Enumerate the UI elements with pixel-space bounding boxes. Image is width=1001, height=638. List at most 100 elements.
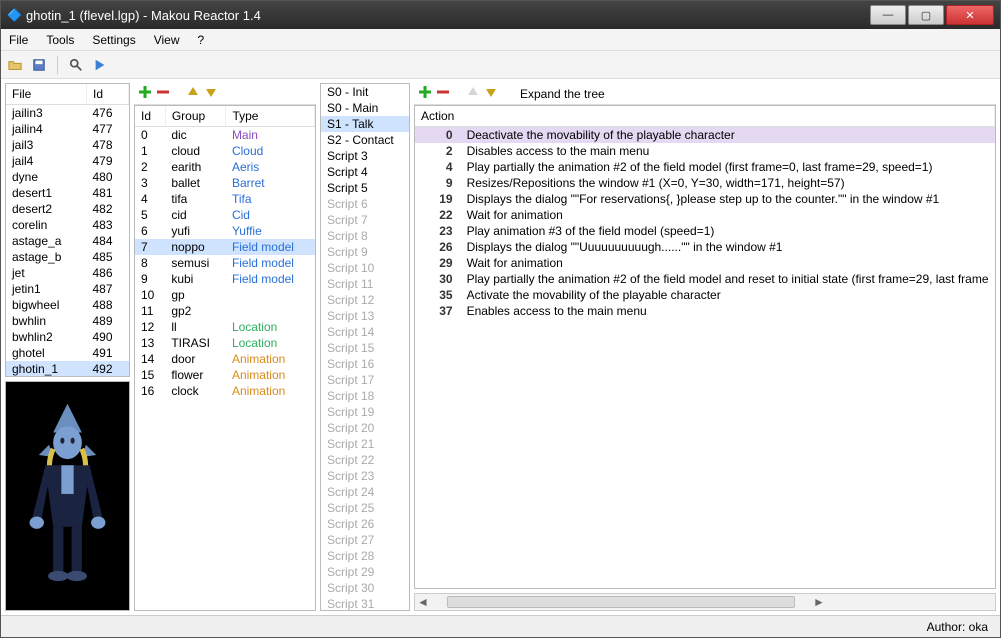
col-type[interactable]: Type xyxy=(226,106,315,127)
script-item[interactable]: Script 18 xyxy=(321,388,409,404)
script-item[interactable]: Script 30 xyxy=(321,580,409,596)
close-button[interactable]: ✕ xyxy=(946,5,994,25)
action-row[interactable]: 22Wait for animation xyxy=(415,207,995,223)
col-gid[interactable]: Id xyxy=(135,106,165,127)
script-item[interactable]: Script 20 xyxy=(321,420,409,436)
col-file[interactable]: File xyxy=(6,84,86,105)
menu-view[interactable]: View xyxy=(154,33,180,47)
script-item[interactable]: S0 - Main xyxy=(321,100,409,116)
group-row[interactable]: 9kubiField model xyxy=(135,271,315,287)
script-item[interactable]: Script 9 xyxy=(321,244,409,260)
file-row[interactable]: ghotel491 xyxy=(6,345,129,361)
script-item[interactable]: Script 31 xyxy=(321,596,409,611)
group-row[interactable]: 6yufiYuffie xyxy=(135,223,315,239)
script-item[interactable]: S1 - Talk xyxy=(321,116,409,132)
col-group[interactable]: Group xyxy=(165,106,226,127)
action-row[interactable]: 30Play partially the animation #2 of the… xyxy=(415,271,995,287)
group-row[interactable]: 4tifaTifa xyxy=(135,191,315,207)
script-item[interactable]: Script 15 xyxy=(321,340,409,356)
file-row[interactable]: desert1481 xyxy=(6,185,129,201)
script-item[interactable]: Script 4 xyxy=(321,164,409,180)
action-row[interactable]: 9Resizes/Repositions the window #1 (X=0,… xyxy=(415,175,995,191)
save-icon[interactable] xyxy=(29,55,49,75)
script-item[interactable]: Script 12 xyxy=(321,292,409,308)
script-item[interactable]: Script 3 xyxy=(321,148,409,164)
col-action[interactable]: Action xyxy=(415,106,995,127)
horizontal-scrollbar[interactable]: ◄► xyxy=(414,593,996,611)
action-row[interactable]: 35Activate the movability of the playabl… xyxy=(415,287,995,303)
group-row[interactable]: 14doorAnimation xyxy=(135,351,315,367)
group-row[interactable]: 8semusiField model xyxy=(135,255,315,271)
group-row[interactable]: 0dicMain xyxy=(135,127,315,144)
action-row[interactable]: 26Displays the dialog ""Uuuuuuuuuugh....… xyxy=(415,239,995,255)
remove-icon[interactable] xyxy=(156,85,170,102)
group-row[interactable]: 16clockAnimation xyxy=(135,383,315,399)
menu-tools[interactable]: Tools xyxy=(46,33,74,47)
script-item[interactable]: Script 7 xyxy=(321,212,409,228)
file-row[interactable]: bwhlin489 xyxy=(6,313,129,329)
script-item[interactable]: Script 8 xyxy=(321,228,409,244)
file-row[interactable]: jailin3476 xyxy=(6,105,129,122)
script-item[interactable]: S2 - Contact xyxy=(321,132,409,148)
menu-help[interactable]: ? xyxy=(198,33,205,47)
script-item[interactable]: Script 28 xyxy=(321,548,409,564)
group-row[interactable]: 11gp2 xyxy=(135,303,315,319)
action-row[interactable]: 19Displays the dialog ""For reservations… xyxy=(415,191,995,207)
file-row[interactable]: bwhlin2490 xyxy=(6,329,129,345)
menu-settings[interactable]: Settings xyxy=(92,33,135,47)
maximize-button[interactable]: ▢ xyxy=(908,5,944,25)
script-item[interactable]: Script 19 xyxy=(321,404,409,420)
script-item[interactable]: Script 24 xyxy=(321,484,409,500)
group-row[interactable]: 5cidCid xyxy=(135,207,315,223)
script-item[interactable]: Script 23 xyxy=(321,468,409,484)
script-item[interactable]: Script 22 xyxy=(321,452,409,468)
group-row[interactable]: 7noppoField model xyxy=(135,239,315,255)
file-row[interactable]: desert2482 xyxy=(6,201,129,217)
script-item[interactable]: Script 26 xyxy=(321,516,409,532)
script-item[interactable]: Script 27 xyxy=(321,532,409,548)
script-list[interactable]: S0 - InitS0 - MainS1 - TalkS2 - ContactS… xyxy=(320,83,410,611)
up-action-icon[interactable] xyxy=(466,85,480,102)
script-item[interactable]: Script 11 xyxy=(321,276,409,292)
remove-action-icon[interactable] xyxy=(436,85,450,102)
file-row[interactable]: jail3478 xyxy=(6,137,129,153)
col-id[interactable]: Id xyxy=(86,84,128,105)
expand-tree-button[interactable]: Expand the tree xyxy=(520,87,605,101)
group-row[interactable]: 1cloudCloud xyxy=(135,143,315,159)
file-row[interactable]: jet486 xyxy=(6,265,129,281)
script-item[interactable]: Script 29 xyxy=(321,564,409,580)
up-icon[interactable] xyxy=(186,85,200,102)
group-row[interactable]: 12llLocation xyxy=(135,319,315,335)
script-item[interactable]: S0 - Init xyxy=(321,84,409,100)
script-item[interactable]: Script 6 xyxy=(321,196,409,212)
run-icon[interactable] xyxy=(90,55,110,75)
action-row[interactable]: 0Deactivate the movability of the playab… xyxy=(415,127,995,144)
search-icon[interactable] xyxy=(66,55,86,75)
group-list[interactable]: Id Group Type 0dicMain1cloudCloud2earith… xyxy=(134,105,316,611)
file-row[interactable]: dyne480 xyxy=(6,169,129,185)
group-row[interactable]: 15flowerAnimation xyxy=(135,367,315,383)
action-list[interactable]: Action 0Deactivate the movability of the… xyxy=(414,105,996,589)
file-row[interactable]: astage_a484 xyxy=(6,233,129,249)
script-item[interactable]: Script 25 xyxy=(321,500,409,516)
add-action-icon[interactable] xyxy=(418,85,432,102)
action-row[interactable]: 23Play animation #3 of the field model (… xyxy=(415,223,995,239)
action-row[interactable]: 2Disables access to the main menu xyxy=(415,143,995,159)
action-row[interactable]: 37Enables access to the main menu xyxy=(415,303,995,319)
add-icon[interactable] xyxy=(138,85,152,102)
menu-file[interactable]: File xyxy=(9,33,28,47)
script-item[interactable]: Script 10 xyxy=(321,260,409,276)
minimize-button[interactable]: — xyxy=(870,5,906,25)
group-row[interactable]: 2earithAeris xyxy=(135,159,315,175)
file-row[interactable]: ghotin_1492 xyxy=(6,361,129,377)
file-row[interactable]: astage_b485 xyxy=(6,249,129,265)
script-item[interactable]: Script 5 xyxy=(321,180,409,196)
file-row[interactable]: jailin4477 xyxy=(6,121,129,137)
script-item[interactable]: Script 16 xyxy=(321,356,409,372)
open-icon[interactable] xyxy=(5,55,25,75)
script-item[interactable]: Script 13 xyxy=(321,308,409,324)
file-row[interactable]: bigwheel488 xyxy=(6,297,129,313)
action-row[interactable]: 29Wait for animation xyxy=(415,255,995,271)
group-row[interactable]: 13TIRASILocation xyxy=(135,335,315,351)
file-list[interactable]: File Id jailin3476jailin4477jail3478jail… xyxy=(5,83,130,377)
